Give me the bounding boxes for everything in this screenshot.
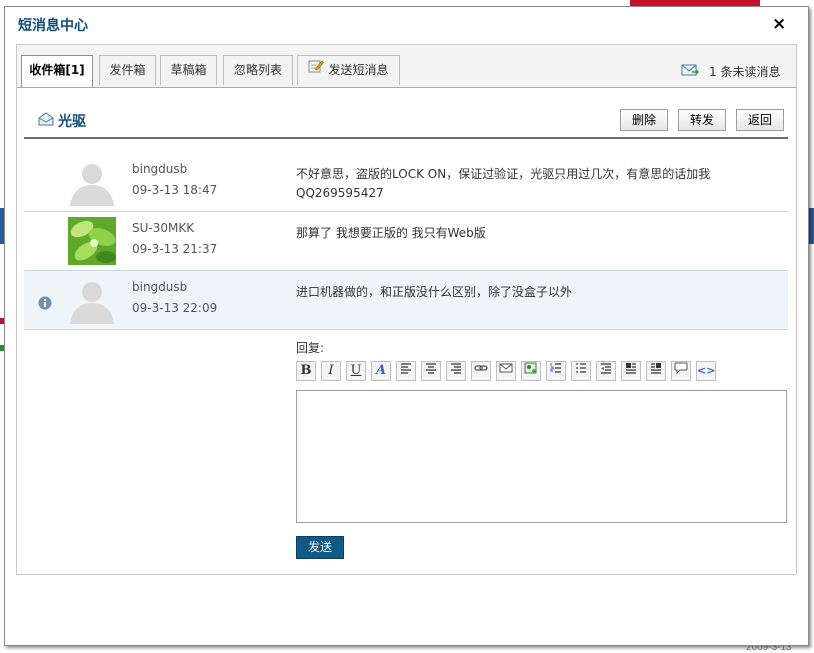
default-avatar-icon bbox=[68, 276, 116, 324]
forward-button[interactable]: 转发 bbox=[678, 109, 726, 131]
mail-arrow-icon bbox=[681, 63, 700, 80]
tab-send-message-label: 发送短消息 bbox=[328, 63, 389, 77]
message-time: 09-3-13 22:09 bbox=[132, 301, 218, 315]
tab-ignore-list[interactable]: 忽略列表 bbox=[223, 55, 293, 85]
dialog-title: 短消息中心 bbox=[18, 18, 88, 34]
back-button[interactable]: 返回 bbox=[736, 109, 784, 131]
message-center-dialog: 短消息中心 × 收件箱[1] 发件箱 草稿箱 忽略列表 发送短消息 1 条未读消… bbox=[4, 6, 809, 646]
message-sender[interactable]: SU-30MKK bbox=[132, 221, 194, 235]
align-right-icon[interactable] bbox=[446, 361, 466, 381]
align-left-icon[interactable] bbox=[396, 361, 416, 381]
tab-outbox[interactable]: 发件箱 bbox=[99, 55, 156, 85]
underline-icon[interactable]: U bbox=[346, 361, 366, 381]
font-color-icon[interactable]: A bbox=[371, 361, 391, 381]
quote-icon[interactable] bbox=[671, 361, 691, 381]
message-sender[interactable]: bingdusb bbox=[132, 162, 187, 176]
message-panel: 收件箱[1] 发件箱 草稿箱 忽略列表 发送短消息 1 条未读消息 光驱 删除 … bbox=[16, 44, 797, 575]
bold-icon[interactable]: B bbox=[296, 361, 316, 381]
close-button[interactable]: × bbox=[772, 14, 786, 34]
message-row: bingdusb 09-3-13 18:47 不好意思，盗版的LOCK ON，保… bbox=[24, 153, 788, 212]
envelope-icon bbox=[38, 111, 54, 130]
delete-button[interactable]: 删除 bbox=[620, 109, 668, 131]
info-icon bbox=[38, 296, 52, 310]
float-left-icon[interactable] bbox=[621, 361, 641, 381]
unread-text: 1 条未读消息 bbox=[709, 65, 781, 79]
email-icon[interactable] bbox=[496, 361, 516, 381]
outdent-icon[interactable] bbox=[596, 361, 616, 381]
reply-textarea[interactable] bbox=[296, 390, 787, 523]
message-text: 不好意思，盗版的LOCK ON，保证过验证，光驱只用过几次，有意思的话加我QQ2… bbox=[296, 167, 711, 200]
reply-label: 回复: bbox=[296, 341, 325, 355]
message-text: 那算了 我想要正版的 我只有Web版 bbox=[296, 226, 486, 240]
tab-inbox[interactable]: 收件箱[1] bbox=[21, 55, 93, 87]
conversation-header: 光驱 删除 转发 返回 bbox=[24, 101, 788, 139]
leaf-photo-avatar bbox=[68, 217, 116, 265]
float-right-icon[interactable] bbox=[646, 361, 666, 381]
contact: 光驱 bbox=[38, 111, 86, 131]
message-time: 09-3-13 21:37 bbox=[132, 242, 218, 256]
dialog-titlebar: 短消息中心 × bbox=[5, 7, 808, 39]
tab-drafts[interactable]: 草稿箱 bbox=[160, 55, 217, 85]
image-icon[interactable] bbox=[521, 361, 541, 381]
message-text: 进口机器做的，和正版没什么区别，除了没盒子以外 bbox=[296, 285, 573, 299]
code-icon[interactable]: <> bbox=[696, 361, 716, 381]
tab-send-message[interactable]: 发送短消息 bbox=[297, 55, 400, 85]
unordered-list-icon[interactable] bbox=[571, 361, 591, 381]
default-avatar-icon bbox=[68, 158, 116, 206]
message-row: bingdusb 09-3-13 22:09 进口机器做的，和正版没什么区别，除… bbox=[24, 271, 788, 330]
message-time: 09-3-13 18:47 bbox=[132, 183, 218, 197]
tab-bar: 收件箱[1] 发件箱 草稿箱 忽略列表 发送短消息 1 条未读消息 bbox=[17, 45, 796, 88]
align-center-icon[interactable] bbox=[421, 361, 441, 381]
edit-icon bbox=[308, 55, 325, 84]
unread-counter[interactable]: 1 条未读消息 bbox=[681, 63, 780, 80]
contact-name: 光驱 bbox=[58, 114, 86, 130]
link-icon[interactable] bbox=[471, 361, 491, 381]
message-sender[interactable]: bingdusb bbox=[132, 280, 187, 294]
send-button[interactable]: 发送 bbox=[296, 536, 344, 559]
message-row: SU-30MKK 09-3-13 21:37 那算了 我想要正版的 我只有Web… bbox=[24, 212, 788, 271]
italic-icon[interactable]: I bbox=[321, 361, 341, 381]
ordered-list-icon[interactable] bbox=[546, 361, 566, 381]
